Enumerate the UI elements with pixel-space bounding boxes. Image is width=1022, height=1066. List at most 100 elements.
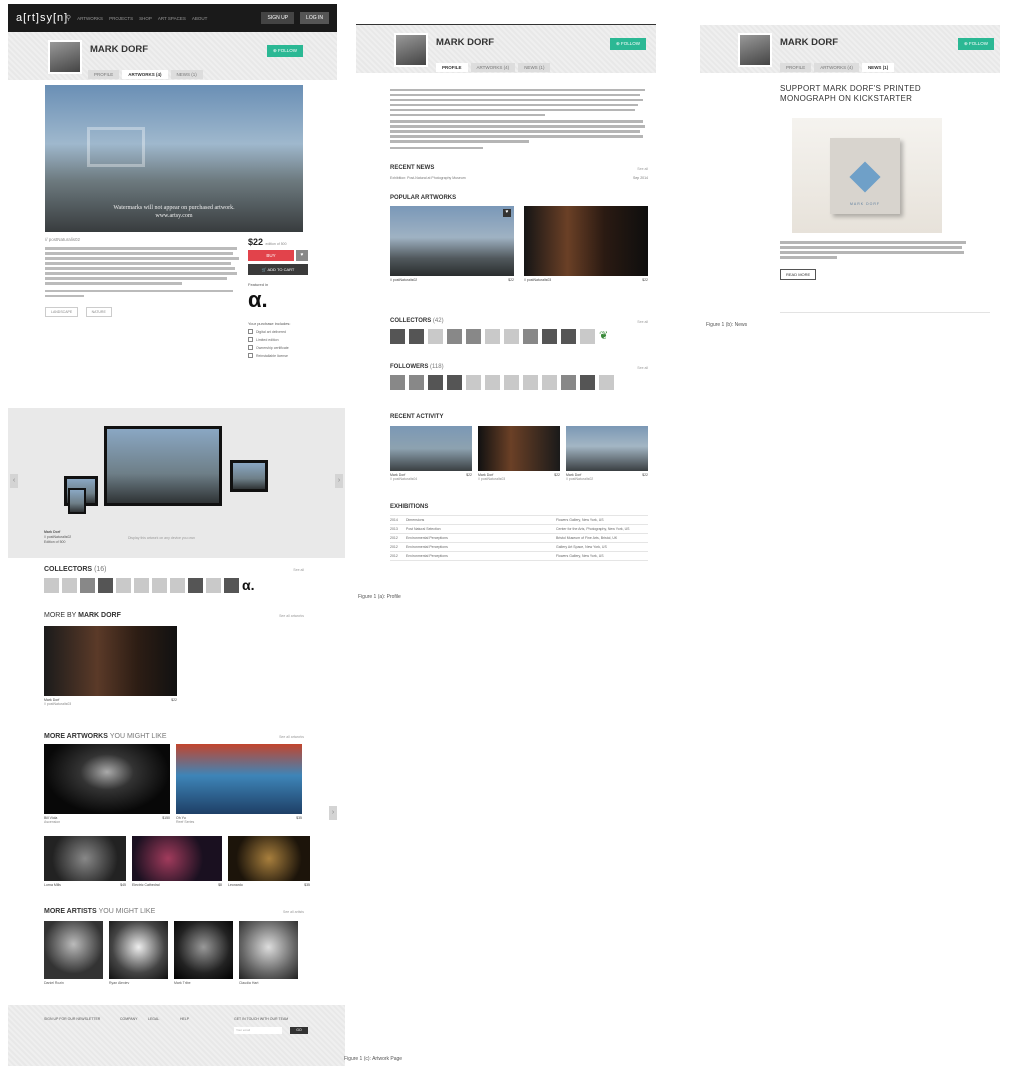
avatar[interactable]: [561, 375, 576, 390]
more-artists-see-all[interactable]: See all artists: [283, 910, 304, 914]
activity-card[interactable]: Mark Dorf $22 // postNaturalis02: [566, 426, 648, 481]
tab-news[interactable]: NEWS (1): [170, 70, 203, 79]
artist-name[interactable]: MARK DORF: [90, 44, 148, 55]
avatar[interactable]: [170, 578, 185, 593]
avatar[interactable]: [523, 375, 538, 390]
follow-button[interactable]: ⊕ FOLLOW: [609, 38, 646, 50]
tab-profile[interactable]: PROFILE: [88, 70, 120, 79]
avatar[interactable]: [599, 375, 614, 390]
avatar[interactable]: [188, 578, 203, 593]
avatar[interactable]: [390, 375, 405, 390]
collectors-see-all[interactable]: See all: [293, 568, 304, 572]
chevron-right-icon[interactable]: ›: [335, 474, 343, 488]
nav-link-about[interactable]: ABOUT: [192, 16, 208, 21]
plant-icon[interactable]: ❦: [599, 329, 608, 344]
avatar[interactable]: [206, 578, 221, 593]
tab-profile[interactable]: PROFILE: [780, 63, 812, 72]
collectors-see-all[interactable]: See all: [637, 320, 648, 324]
artist-name[interactable]: MARK DORF: [436, 37, 494, 48]
activity-card[interactable]: Mark Dorf $22 // postNaturalis04: [390, 426, 472, 481]
avatar[interactable]: [447, 375, 462, 390]
avatar[interactable]: [542, 375, 557, 390]
avatar[interactable]: [485, 375, 500, 390]
site-logo[interactable]: a[rt]sy[n]: [16, 12, 67, 24]
partner-logo-small[interactable]: α.: [242, 578, 255, 593]
avatar[interactable]: [428, 329, 443, 344]
buy-button[interactable]: BUY: [248, 250, 294, 261]
partner-logo[interactable]: α.: [248, 289, 308, 311]
tab-profile[interactable]: PROFILE: [436, 63, 468, 72]
tab-artworks[interactable]: ARTWORKS (4): [122, 70, 168, 79]
artwork-card[interactable]: Bill Viola $150 Ascension: [44, 744, 170, 824]
artist-avatar[interactable]: [738, 33, 772, 67]
avatar[interactable]: [542, 329, 557, 344]
tab-news[interactable]: NEWS (1): [518, 63, 551, 72]
wishlist-heart-icon[interactable]: ♥: [296, 250, 308, 261]
chevron-right-icon[interactable]: ›: [329, 806, 337, 820]
artwork-card[interactable]: Oh Yu $35 Reef Series: [176, 744, 302, 824]
avatar[interactable]: [409, 329, 424, 344]
exhibition-row[interactable]: 2012 Environmental Perceptions Bristol Mus…: [390, 534, 648, 543]
artist-name[interactable]: MARK DORF: [780, 37, 838, 48]
avatar[interactable]: [134, 578, 149, 593]
add-to-cart-button[interactable]: 🛒 ADD TO CART: [248, 264, 308, 275]
signup-button[interactable]: SIGN UP: [261, 12, 295, 24]
exhibition-row[interactable]: 2012 Environmental Perceptions Gallery Art…: [390, 543, 648, 552]
tab-artworks[interactable]: ARTWORKS (4): [814, 63, 859, 72]
tab-artworks[interactable]: ARTWORKS (4): [470, 63, 516, 72]
tag-landscape[interactable]: LANDSCAPE: [45, 306, 79, 317]
artist-avatar[interactable]: [394, 33, 428, 67]
newsletter-email-input[interactable]: Your email: [234, 1027, 282, 1034]
avatar[interactable]: [390, 329, 405, 344]
avatar[interactable]: [98, 578, 113, 593]
artist-card[interactable]: Mark Tribe: [174, 921, 233, 985]
artwork-card[interactable]: Electric Cathedral $8: [132, 836, 222, 887]
follow-button[interactable]: ⊕ FOLLOW: [957, 38, 994, 50]
nav-link-art-spaces[interactable]: ART SPACES: [158, 16, 186, 21]
tag-nature[interactable]: NATURE: [85, 306, 112, 317]
avatar[interactable]: [447, 329, 462, 344]
exhibition-row[interactable]: 2014 Dimensions Flowers Gallery, New York,…: [390, 516, 648, 525]
artwork-card[interactable]: // postNaturalis03 $22: [524, 206, 648, 282]
artist-avatar[interactable]: [48, 40, 82, 74]
avatar[interactable]: [466, 375, 481, 390]
avatar[interactable]: [80, 578, 95, 593]
search-icon[interactable]: ⚲: [66, 14, 71, 22]
nav-link-artworks[interactable]: ARTWORKS: [77, 16, 103, 21]
more-by-see-all[interactable]: See all artworks: [279, 614, 304, 618]
news-item[interactable]: Exhibition: Post-Natural at Photography …: [390, 176, 648, 180]
avatar[interactable]: [152, 578, 167, 593]
avatar[interactable]: [523, 329, 538, 344]
nav-link-projects[interactable]: PROJECTS: [109, 16, 133, 21]
exhibition-row[interactable]: 2012 Environmental Perceptions Flowers Gal…: [390, 552, 648, 561]
avatar[interactable]: [44, 578, 59, 593]
followers-see-all[interactable]: See all: [637, 366, 648, 370]
tab-news[interactable]: NEWS (1): [861, 63, 895, 72]
avatar[interactable]: [466, 329, 481, 344]
avatar[interactable]: [409, 375, 424, 390]
artwork-card[interactable]: Leonardo $35: [228, 836, 310, 887]
chevron-left-icon[interactable]: ‹: [10, 474, 18, 488]
avatar[interactable]: [561, 329, 576, 344]
follow-button[interactable]: ⊕ FOLLOW: [266, 45, 303, 57]
avatar[interactable]: [485, 329, 500, 344]
avatar[interactable]: [62, 578, 77, 593]
more-artworks-see-all[interactable]: See all artworks: [279, 735, 304, 739]
artwork-image[interactable]: Watermarks will not appear on purchased …: [45, 85, 303, 232]
avatar[interactable]: [580, 375, 595, 390]
artist-card[interactable]: Daniel Rozin: [44, 921, 103, 985]
monograph-image[interactable]: MARK DORF: [792, 118, 942, 233]
activity-card[interactable]: Mark Dorf $22 // postNaturalis03: [478, 426, 560, 481]
avatar[interactable]: [428, 375, 443, 390]
avatar[interactable]: [224, 578, 239, 593]
login-button[interactable]: LOG IN: [300, 12, 329, 24]
avatar[interactable]: [504, 375, 519, 390]
nav-link-shop[interactable]: SHOP: [139, 16, 152, 21]
artwork-card[interactable]: ♥ // postNaturalis02 $22: [390, 206, 514, 282]
artwork-card[interactable]: Lorna Mills $45: [44, 836, 126, 887]
heart-icon[interactable]: ♥: [503, 209, 511, 217]
newsletter-go-button[interactable]: GO: [290, 1027, 308, 1034]
artist-card[interactable]: Ryan Alexiev: [109, 921, 168, 985]
avatar[interactable]: [504, 329, 519, 344]
artist-card[interactable]: Claudia Hart: [239, 921, 298, 985]
